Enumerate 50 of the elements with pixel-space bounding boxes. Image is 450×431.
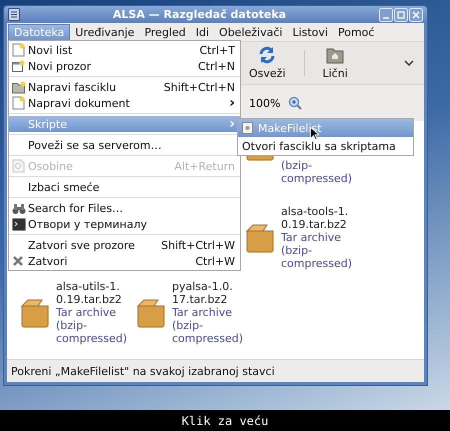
close-icon[interactable] — [409, 8, 423, 22]
menu-item[interactable]: Search for Files… — [9, 200, 240, 216]
menu-item[interactable]: Novi prozor Ctrl+N — [9, 58, 240, 74]
reload-button[interactable]: Osveži — [243, 44, 292, 82]
window-menu-icon[interactable] — [8, 8, 20, 21]
maximize-icon[interactable] — [394, 8, 408, 22]
home-button[interactable]: Lični — [316, 44, 354, 82]
binoculars-icon — [12, 202, 26, 214]
menu-item[interactable]: Poveži se sa serverom… — [9, 137, 240, 153]
file-type: (bzip- compressed) — [281, 159, 352, 185]
menu-item[interactable]: Napravi dokument › — [9, 95, 240, 111]
document-icon — [12, 159, 25, 173]
script-icon — [242, 122, 253, 134]
menu-bar-item[interactable]: Obeleživači — [214, 24, 288, 40]
archive-icon[interactable] — [20, 298, 50, 328]
folder-icon — [12, 80, 26, 94]
home-folder-icon — [326, 46, 344, 64]
menu-bar-item[interactable]: Pomoć — [332, 24, 380, 40]
archive-icon[interactable] — [245, 222, 275, 252]
caption-link[interactable]: Klik za veću — [182, 414, 268, 428]
archive-icon[interactable] — [136, 298, 166, 328]
document-icon — [12, 43, 25, 57]
minimize-icon[interactable] — [379, 8, 393, 22]
menu-item[interactable]: Zatvori Ctrl+W — [9, 253, 240, 269]
menu-bar-item[interactable]: Listovi — [287, 24, 333, 40]
menu-bar-item[interactable]: Idi — [190, 24, 214, 40]
file-name[interactable]: pyalsa-1.0. 17.tar.bz2 — [172, 280, 244, 306]
menu-item[interactable]: Otvori fasciklu sa skriptama — [238, 137, 413, 155]
zoom-level: 100% — [249, 96, 280, 110]
window-title: ALSA — Razgledač datoteka — [112, 8, 288, 21]
menu-bar-item[interactable]: Uređivanje — [70, 24, 140, 40]
terminal-icon — [12, 218, 26, 230]
close-icon — [12, 255, 24, 267]
file-name[interactable]: alsa-tools-1. 0.19.tar.bz2 — [281, 205, 352, 231]
file-type: Tar archive (bzip- compressed) — [172, 306, 244, 345]
menu-bar-item[interactable]: Pregled — [139, 24, 191, 40]
menu-item[interactable]: Izbaci smeće — [9, 179, 240, 195]
menu-item[interactable]: Zatvori sve prozore Shift+Ctrl+W — [9, 237, 240, 253]
reload-icon — [258, 46, 276, 64]
file-type: Tar archive (bzip- compressed) — [56, 306, 128, 345]
menu-item[interactable]: Novi list Ctrl+T — [9, 42, 240, 58]
menu-item[interactable]: Отвори у терминалу — [9, 216, 240, 232]
zoom-in-icon[interactable] — [288, 96, 302, 110]
document-icon — [12, 96, 25, 110]
status-bar: Pokreni „MakeFilelist" na svakoj izabranoj stavci — [7, 359, 424, 382]
file-name[interactable]: alsa-utils-1. 0.19.tar.bz2 — [56, 280, 128, 306]
window-icon — [12, 60, 25, 72]
menu-item[interactable]: Napravi fasciklu Shift+Ctrl+N — [9, 79, 240, 95]
chevron-down-icon[interactable] — [404, 59, 414, 67]
file-type: Tar archive (bzip- compressed) — [281, 231, 352, 270]
